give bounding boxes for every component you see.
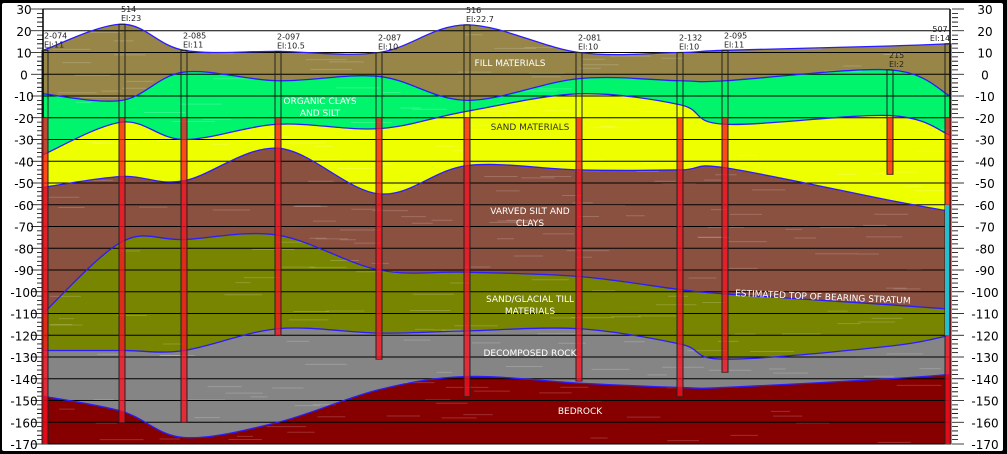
boring-elevation-label: El:10.5 — [277, 41, 305, 50]
right-axis-tick-label: -10 — [975, 90, 995, 104]
right-axis-tick-label: -110 — [971, 308, 998, 322]
right-axis-tick-label: -140 — [971, 373, 998, 387]
left-axis-tick-label: -100 — [10, 286, 37, 300]
boring-id-label: 514 — [121, 5, 136, 14]
boring-sample-bar — [276, 118, 281, 336]
boring-sample-bar — [888, 118, 893, 175]
right-axis-tick-label: -170 — [971, 438, 998, 451]
right-axis-tick-label: -70 — [975, 221, 995, 235]
boring-id-label: 2-132 — [679, 34, 702, 43]
boring-elevation-label: El:10 — [378, 43, 398, 52]
cross-section-window: 30 20 10 0 -10 -20 -30 -40 -50 -60 -70 -80 -90 -100 -1… — [0, 0, 1007, 454]
left-axis-tick-label: 10 — [16, 47, 31, 61]
boring-elevation-label: El:2 — [889, 60, 904, 69]
boring-sample-bar — [377, 118, 382, 359]
cross-section-frame: 30 20 10 0 -10 -20 -30 -40 -50 -60 -70 -80 -90 -100 -1… — [2, 3, 1003, 451]
right-axis-tick-label: -150 — [971, 395, 998, 409]
layer-label: BEDROCK — [558, 407, 603, 417]
left-axis-tick-label: 0 — [20, 68, 28, 82]
boring-sample-bar — [182, 118, 187, 423]
right-axis-tick-label: -90 — [975, 264, 995, 278]
right-axis-tick-label: -40 — [975, 155, 995, 169]
left-axis-tick-label: -150 — [10, 395, 37, 409]
right-axis-tick-label: -130 — [971, 351, 998, 365]
layer-label-line2: AND SILT — [300, 109, 341, 119]
boring-id-label: 2-081 — [578, 34, 601, 43]
right-axis-tick-label: -20 — [975, 112, 995, 126]
boring-id-label: 2-085 — [183, 31, 206, 40]
left-axis-tick-label: 30 — [16, 3, 31, 17]
layer-label: FILL MATERIALS — [475, 59, 546, 69]
boring-elevation-label: El:10 — [679, 43, 699, 52]
boring-sample-bar — [465, 118, 470, 396]
right-axis-tick-label: -30 — [975, 134, 995, 148]
left-axis-tick-label: -20 — [14, 112, 34, 126]
layer-label-line1: VARVED SILT AND — [490, 207, 570, 217]
left-axis-tick-label: -10 — [14, 90, 34, 104]
right-axis-tick-label: -50 — [975, 177, 995, 191]
boring-id-label: 2-087 — [378, 34, 401, 43]
boring-sample-bar — [43, 118, 48, 444]
boring-507-cyan-segment — [945, 205, 949, 336]
boring-id-label: 2-074 — [44, 31, 67, 40]
right-axis-tick-label: 20 — [977, 25, 992, 39]
boring-elevation-label: El:11 — [183, 40, 203, 49]
boring-elevation-label: El:14 — [930, 34, 950, 43]
boring-id-label: 215 — [889, 51, 904, 60]
boring-id-label: 516 — [466, 6, 481, 15]
left-axis-tick-label: -40 — [14, 155, 34, 169]
boring-sample-bar — [120, 118, 125, 423]
boring-elevation-label: El:11 — [724, 40, 744, 49]
left-axis-tick-label: -130 — [10, 351, 37, 365]
layer-label-line1: ORGANIC CLAYS — [283, 97, 356, 107]
right-axis-tick-label: 10 — [977, 47, 992, 61]
geologic-cross-section: 3020100-10-20-30-40-50-60-70-80-90-100-1… — [2, 3, 1003, 451]
left-axis-tick-label: -30 — [14, 134, 34, 148]
layer-label-line2: MATERIALS — [505, 307, 555, 317]
layer-label-line1: SAND/GLACIAL TILL — [486, 295, 574, 305]
boring-sample-bar — [678, 118, 683, 396]
left-axis-tick-label: -160 — [10, 416, 37, 430]
layer-label: DECOMPOSED ROCK — [484, 349, 578, 359]
layer-label-line2: CLAYS — [516, 219, 544, 229]
left-axis-tick-label: -50 — [14, 177, 34, 191]
boring-elevation-label: El:23 — [121, 14, 141, 23]
boring-elevation-label: El:11 — [44, 40, 64, 49]
right-axis-tick-label: -60 — [975, 199, 995, 213]
right-axis-tick-label: 30 — [977, 3, 992, 17]
right-axis-tick-label: -160 — [971, 416, 998, 430]
boring-elevation-label: El:22.7 — [466, 15, 494, 24]
right-axis-tick-label: -80 — [975, 242, 995, 256]
left-axis-tick-label: 20 — [16, 25, 31, 39]
left-axis-tick-label: -90 — [14, 264, 34, 278]
boring-id-label: 2-095 — [724, 31, 747, 40]
left-axis-tick-label: -140 — [10, 373, 37, 387]
left-axis-tick-label: -60 — [14, 199, 34, 213]
left-axis-tick-label: -170 — [10, 438, 37, 451]
left-axis-tick-label: -80 — [14, 242, 34, 256]
left-axis-tick-label: -70 — [14, 221, 34, 235]
boring-id-label: 2-097 — [277, 32, 300, 41]
left-axis-tick-label: -120 — [10, 329, 37, 343]
boring-id-label: 507 — [932, 25, 947, 34]
boring-sample-bar — [577, 118, 582, 381]
layer-label: SAND MATERIALS — [491, 123, 570, 133]
right-axis-tick-label: -100 — [971, 286, 998, 300]
boring-sample-bar — [723, 118, 728, 372]
right-axis-tick-label: 0 — [981, 68, 989, 82]
left-axis-tick-label: -110 — [10, 308, 37, 322]
right-axis-tick-label: -120 — [971, 329, 998, 343]
boring-elevation-label: El:10 — [578, 43, 598, 52]
